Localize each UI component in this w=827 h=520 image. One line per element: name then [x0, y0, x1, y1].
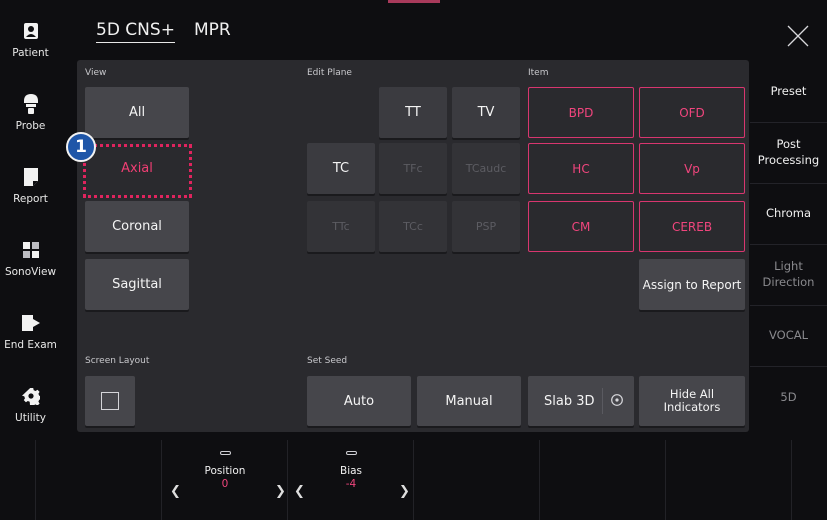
bottom-cell: [414, 440, 540, 520]
nav-end-exam-label: End Exam: [4, 339, 57, 351]
nav-utility[interactable]: Utility: [0, 379, 61, 443]
item-ofd-button[interactable]: OFD: [639, 87, 745, 138]
seed-auto-button[interactable]: Auto: [307, 376, 411, 426]
assign-to-report-button[interactable]: Assign to Report: [639, 259, 745, 310]
cns-panel: View Edit Plane Item Screen Layout Set S…: [77, 60, 749, 432]
nav-patient[interactable]: Patient: [0, 14, 61, 78]
position-knob-icon: [219, 451, 231, 455]
view-coronal-button[interactable]: Coronal: [85, 201, 189, 252]
bottom-cell: [666, 440, 792, 520]
report-icon: [20, 166, 42, 188]
bottom-cell: [792, 440, 827, 520]
nav-sonoview[interactable]: SonoView: [0, 233, 61, 297]
nav-report[interactable]: Report: [0, 160, 61, 224]
callout-badge: 1: [66, 132, 96, 162]
bias-label: Bias: [339, 465, 363, 477]
nav-sonoview-label: SonoView: [4, 266, 57, 278]
settings-dial-icon[interactable]: [610, 393, 624, 411]
item-bpd-button[interactable]: BPD: [528, 87, 634, 138]
position-increase-icon[interactable]: ❯: [275, 484, 286, 499]
edit-plane-section-label: Edit Plane: [307, 68, 352, 78]
plane-tc-button[interactable]: TC: [307, 143, 375, 194]
position-label: Position: [204, 465, 246, 477]
position-control[interactable]: Position 0: [188, 440, 262, 520]
vocal-button[interactable]: VOCAL: [750, 306, 827, 367]
tab-mpr[interactable]: MPR: [194, 20, 231, 40]
bottom-cell: [36, 440, 162, 520]
nav-patient-label: Patient: [12, 47, 49, 59]
nav-utility-label: Utility: [15, 412, 46, 424]
left-nav: Patient Probe Report SonoView End Exam U…: [0, 0, 61, 440]
nav-probe-label: Probe: [15, 120, 46, 132]
bottom-control-bar: Position 0 Bias -4: [0, 440, 827, 520]
axial-highlight-box: [83, 144, 192, 198]
chroma-button[interactable]: Chroma: [750, 184, 827, 245]
bias-control[interactable]: Bias -4: [314, 440, 388, 520]
tab-5d-cns[interactable]: 5D CNS+: [96, 20, 175, 43]
view-sagittal-button[interactable]: Sagittal: [85, 259, 189, 310]
bottom-cell: [0, 440, 36, 520]
bias-value: -4: [345, 478, 357, 490]
position-value: 0: [221, 478, 229, 490]
patient-icon: [20, 20, 42, 42]
plane-tcc-button[interactable]: TCc: [379, 201, 447, 252]
preset-button[interactable]: Preset: [750, 62, 827, 123]
set-seed-section-label: Set Seed: [307, 356, 348, 366]
slab-divider: [602, 388, 603, 414]
seed-manual-button[interactable]: Manual: [417, 376, 521, 426]
view-section-label: View: [85, 68, 107, 78]
screen-layout-button[interactable]: [85, 376, 135, 426]
plane-tt-button[interactable]: TT: [379, 87, 447, 138]
5d-button[interactable]: 5D: [750, 367, 827, 428]
sonoview-icon: [20, 239, 42, 261]
nav-probe[interactable]: Probe: [0, 87, 61, 151]
bias-decrease-icon[interactable]: ❮: [294, 484, 305, 499]
single-layout-icon: [101, 392, 119, 410]
slab-3d-button[interactable]: Slab 3D: [528, 376, 634, 426]
item-vp-button[interactable]: Vp: [639, 143, 745, 194]
top-indicator-line: [388, 0, 440, 3]
post-processing-button[interactable]: Post Processing: [750, 123, 827, 184]
view-all-button[interactable]: All: [85, 87, 189, 138]
nav-report-label: Report: [13, 193, 48, 205]
plane-tfc-button[interactable]: TFc: [379, 143, 447, 194]
bias-increase-icon[interactable]: ❯: [399, 484, 410, 499]
plane-tv-button[interactable]: TV: [452, 87, 520, 138]
position-decrease-icon[interactable]: ❮: [170, 484, 181, 499]
plane-tcaudc-button[interactable]: TCaudc: [452, 143, 520, 194]
right-nav: Preset Post Processing Chroma Light Dire…: [750, 62, 827, 440]
end-exam-icon: [20, 312, 42, 334]
item-hc-button[interactable]: HC: [528, 143, 634, 194]
item-cereb-button[interactable]: CEREB: [639, 201, 745, 252]
light-direction-button[interactable]: Light Direction: [750, 245, 827, 306]
slab-3d-label: Slab 3D: [544, 393, 595, 409]
bias-knob-icon: [345, 451, 357, 455]
item-cm-button[interactable]: CM: [528, 201, 634, 252]
probe-icon: [20, 93, 42, 115]
nav-end-exam[interactable]: End Exam: [0, 306, 61, 370]
bottom-cell: [540, 440, 666, 520]
screen-layout-section-label: Screen Layout: [85, 356, 150, 366]
ultrasound-screen: Patient Probe Report SonoView End Exam U…: [0, 0, 827, 520]
plane-ttc-button[interactable]: TTc: [307, 201, 375, 252]
plane-psp-button[interactable]: PSP: [452, 201, 520, 252]
hide-all-indicators-button[interactable]: Hide All Indicators: [639, 376, 745, 426]
close-icon[interactable]: [784, 22, 812, 50]
item-section-label: Item: [528, 68, 549, 78]
gear-icon: [20, 385, 42, 407]
